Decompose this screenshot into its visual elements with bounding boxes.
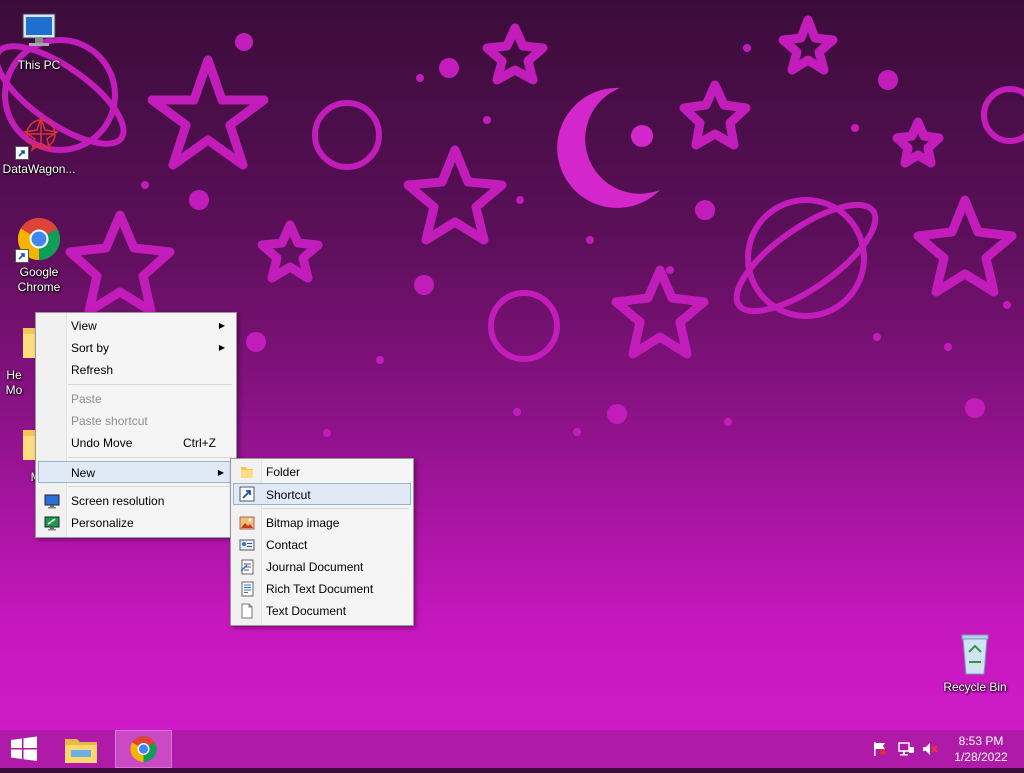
tray-clock[interactable]: 8:53 PM 1/28/2022 bbox=[946, 733, 1016, 765]
desktop-icon-google-chrome[interactable]: Google Chrome bbox=[0, 215, 78, 295]
submenu-arrow-icon: ▶ bbox=[218, 321, 225, 330]
menu-item-view[interactable]: View ▶ bbox=[38, 315, 234, 337]
windows-logo-icon bbox=[11, 736, 37, 761]
recycle-bin-icon bbox=[951, 630, 999, 678]
menu-item-new-bitmap-image[interactable]: Bitmap image bbox=[233, 512, 411, 534]
menu-item-new-contact[interactable]: Contact bbox=[233, 534, 411, 556]
menu-item-screen-resolution[interactable]: Screen resolution bbox=[38, 490, 234, 512]
tray-network-icon[interactable] bbox=[897, 741, 915, 757]
menu-item-new-shortcut[interactable]: Shortcut bbox=[233, 483, 411, 505]
start-button[interactable] bbox=[0, 730, 48, 768]
personalize-icon bbox=[44, 515, 60, 531]
chrome-icon bbox=[15, 215, 63, 263]
datawagon-icon bbox=[15, 112, 63, 160]
shortcut-arrow-icon bbox=[15, 146, 29, 160]
taskbar-google-chrome[interactable] bbox=[115, 730, 172, 768]
computer-icon bbox=[15, 8, 63, 56]
menu-item-refresh[interactable]: Refresh bbox=[38, 359, 234, 381]
menu-item-paste-shortcut[interactable]: Paste shortcut bbox=[38, 410, 234, 432]
menu-separator bbox=[263, 508, 409, 509]
menu-item-new-text-document[interactable]: Text Document bbox=[233, 600, 411, 622]
menu-separator bbox=[68, 486, 232, 487]
taskbar-file-explorer[interactable] bbox=[57, 730, 105, 768]
text-document-icon bbox=[239, 603, 255, 619]
menu-item-new[interactable]: New ▶ bbox=[38, 461, 234, 483]
contact-icon bbox=[239, 537, 255, 553]
chrome-icon bbox=[130, 736, 157, 763]
bitmap-icon bbox=[239, 515, 255, 531]
menu-item-personalize[interactable]: Personalize bbox=[38, 512, 234, 534]
clock-time: 8:53 PM bbox=[958, 734, 1004, 748]
menu-separator bbox=[68, 457, 232, 458]
menu-item-sort-by[interactable]: Sort by ▶ bbox=[38, 337, 234, 359]
file-explorer-icon bbox=[65, 739, 97, 763]
desktop-icon-recycle-bin[interactable]: Recycle Bin bbox=[936, 630, 1014, 695]
clock-date: 1/28/2022 bbox=[954, 750, 1008, 764]
menu-item-paste[interactable]: Paste bbox=[38, 388, 234, 410]
shortcut-arrow-icon bbox=[15, 249, 29, 263]
menu-item-new-folder[interactable]: Folder bbox=[233, 461, 411, 483]
submenu-arrow-icon: ▶ bbox=[218, 343, 225, 352]
menu-item-undo-move[interactable]: Undo Move Ctrl+Z bbox=[38, 432, 234, 454]
tray-volume-muted-icon[interactable] bbox=[921, 741, 939, 757]
desktop-context-menu: View ▶ Sort by ▶ Refresh Paste Paste sho… bbox=[35, 312, 237, 538]
desktop-icon-this-pc[interactable]: This PC bbox=[0, 8, 78, 73]
new-submenu: Folder Shortcut Bitmap image Contact Jou… bbox=[230, 458, 414, 626]
menu-item-new-journal-document[interactable]: Journal Document bbox=[233, 556, 411, 578]
desktop-icon-datawagon[interactable]: DataWagon... bbox=[0, 112, 78, 177]
journal-icon bbox=[239, 559, 255, 575]
submenu-arrow-icon: ▶ bbox=[217, 468, 224, 477]
menu-item-new-rich-text-document[interactable]: Rich Text Document bbox=[233, 578, 411, 600]
rtf-icon bbox=[239, 581, 255, 597]
screen-resolution-icon bbox=[44, 493, 60, 509]
shortcut-icon bbox=[239, 486, 255, 502]
tray-flag-icon[interactable] bbox=[872, 741, 888, 757]
taskbar: 8:53 PM 1/28/2022 bbox=[0, 730, 1024, 768]
folder-icon bbox=[239, 464, 255, 480]
menu-separator bbox=[68, 384, 232, 385]
